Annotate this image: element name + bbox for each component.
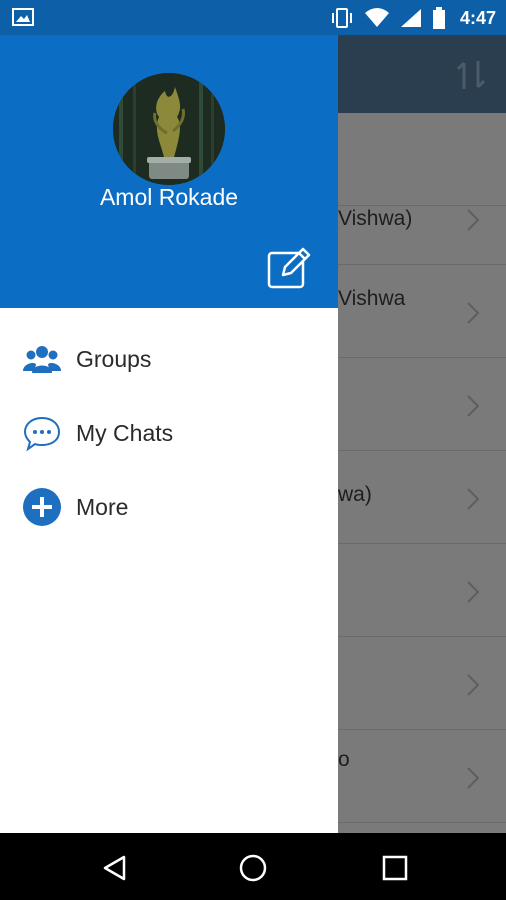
sort-icon[interactable] [454,57,490,93]
avatar-image [113,73,225,185]
menu-item-label: More [76,493,129,520]
avatar[interactable] [113,73,225,185]
home-icon[interactable] [238,853,268,883]
list-item-text: wa) [338,483,372,506]
background-toolbar [338,35,506,113]
menu-item-label: My Chats [76,419,174,446]
clock: 4:47 [459,7,496,28]
drawer-header: Amol Rokade [0,35,338,308]
navigation-drawer: Amol Rokade Groups My Chats More [0,35,338,833]
chevron-right-icon [467,488,480,510]
chevron-right-icon [467,209,480,231]
menu-item-groups[interactable]: Groups [0,322,338,396]
list-item[interactable]: wa) [338,451,506,544]
menu-item-my-chats[interactable]: My Chats [0,396,338,470]
chevron-right-icon [467,395,480,417]
edit-profile-icon[interactable] [267,245,311,289]
groups-icon [23,346,61,373]
status-bar: 4:47 [0,0,506,35]
chevron-right-icon [467,674,480,696]
list-item[interactable]: Vishwa) [338,172,506,265]
list-item[interactable] [338,637,506,730]
menu-item-label: Groups [76,345,152,372]
chevron-right-icon [467,581,480,603]
wifi-icon [364,8,389,27]
system-nav-bar [0,833,506,900]
recents-icon[interactable] [380,853,410,883]
list-item[interactable] [338,358,506,451]
background-list: Vishwa) Vishwa wa) o [338,113,506,833]
list-item-text: Vishwa) [338,207,413,230]
chevron-right-icon [467,302,480,324]
menu-item-more[interactable]: More [0,470,338,544]
chevron-right-icon [467,767,480,789]
list-item[interactable]: o [338,730,506,823]
list-item-text: Vishwa [338,287,406,310]
list-item-text: o [338,748,350,771]
list-item[interactable] [338,544,506,637]
back-icon[interactable] [100,853,130,883]
image-icon [12,8,34,26]
user-name: Amol Rokade [99,184,239,210]
battery-icon [432,7,445,29]
list-item[interactable]: Vishwa [338,265,506,358]
vibrate-icon [331,8,352,28]
plus-circle-icon [23,488,61,526]
chat-bubble-icon [23,416,61,452]
signal-icon [400,9,421,27]
